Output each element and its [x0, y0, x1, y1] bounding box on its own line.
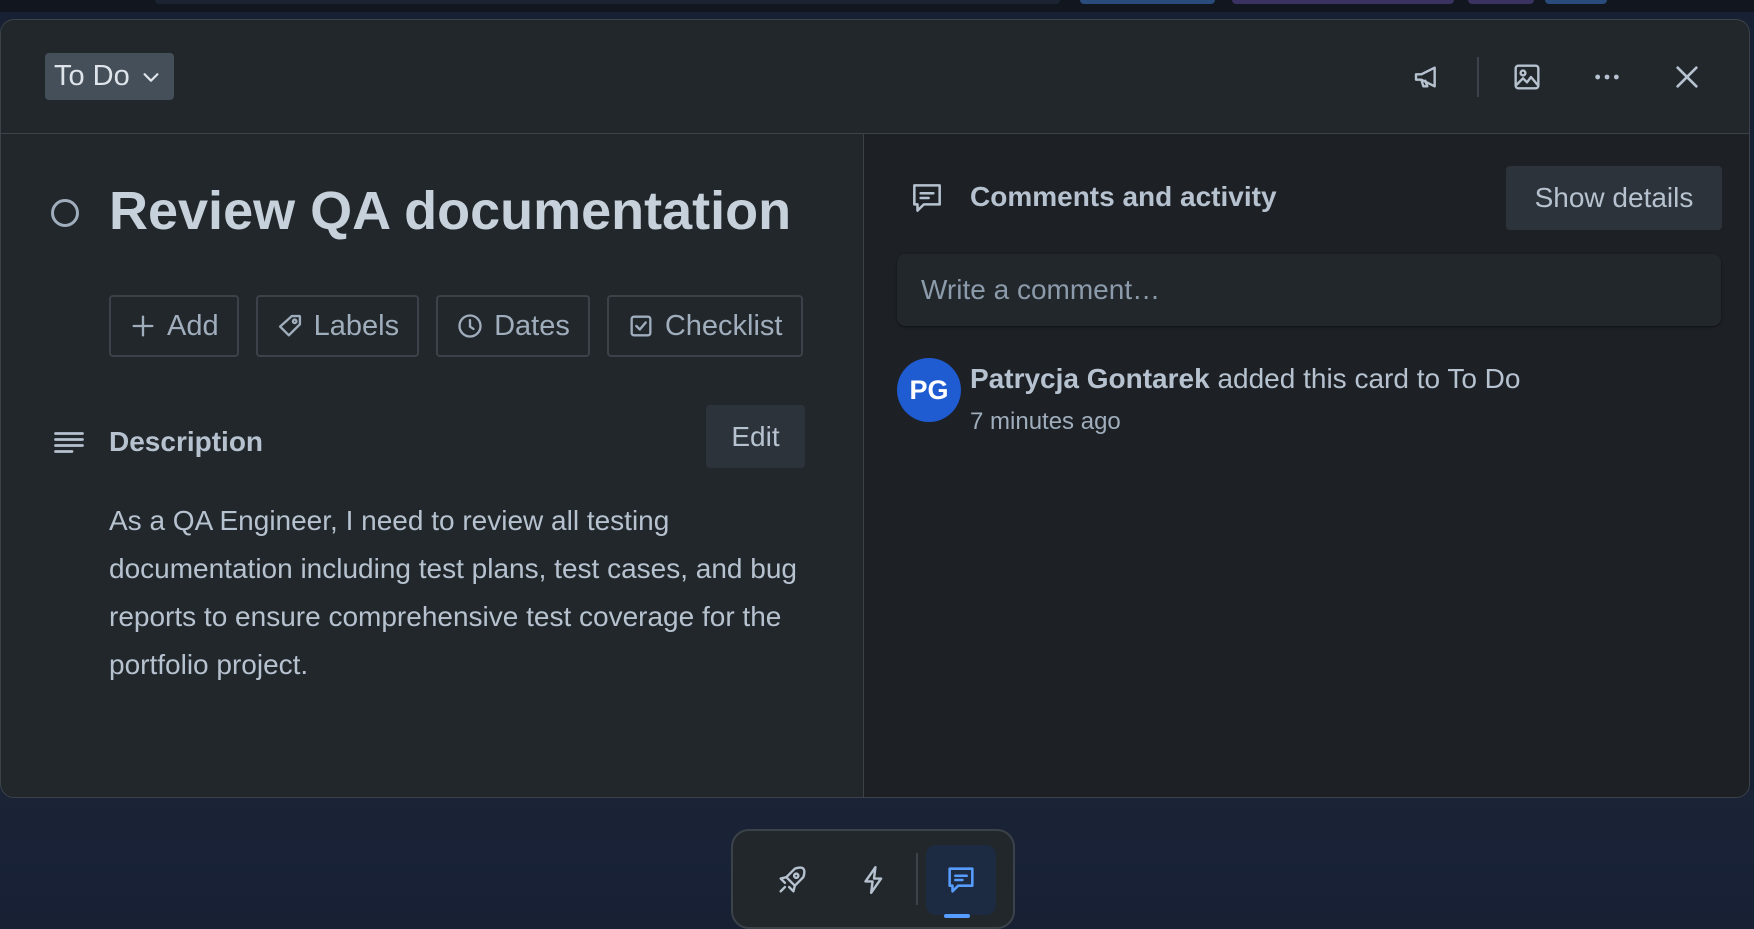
- comment-icon: [948, 867, 974, 893]
- cover-image-icon: [1514, 64, 1540, 90]
- close-button[interactable]: [1665, 55, 1709, 99]
- megaphone-button[interactable]: [1406, 55, 1450, 99]
- rocket-button[interactable]: [757, 845, 827, 915]
- modal-header: To Do: [1, 20, 1749, 134]
- rocket-icon: [779, 866, 806, 893]
- chevron-down-icon: [143, 72, 159, 82]
- comment-icon: [913, 184, 941, 212]
- add-button[interactable]: Add: [109, 295, 239, 357]
- comment-input[interactable]: Write a comment…: [897, 254, 1721, 326]
- checkbox-icon: [630, 315, 652, 337]
- list-selector-label: To Do: [54, 60, 130, 92]
- card-title[interactable]: Review QA documentation: [109, 180, 791, 242]
- activity-heading: Comments and activity: [970, 181, 1277, 212]
- dates-button-label: Dates: [494, 309, 570, 342]
- active-indicator: [944, 914, 970, 918]
- show-details-button[interactable]: Show details: [1506, 166, 1722, 230]
- activity-user[interactable]: Patrycja Gontarek: [970, 363, 1210, 394]
- megaphone-icon: [1414, 66, 1436, 88]
- header-divider: [1477, 57, 1479, 97]
- tag-icon: [278, 314, 301, 337]
- activity-entry: Patrycja Gontarek added this card to To …: [970, 363, 1520, 395]
- bottom-toolbar: [731, 829, 1015, 929]
- activity-timestamp[interactable]: 7 minutes ago: [970, 408, 1121, 436]
- background-ghost: [1080, 0, 1215, 4]
- comments-toolbar-button[interactable]: [926, 845, 996, 915]
- automation-button[interactable]: [839, 845, 909, 915]
- complete-toggle[interactable]: [51, 199, 79, 227]
- activity-action: added this card to: [1209, 363, 1448, 394]
- card-detail-modal: To Do Review QA documentation Add Labels…: [0, 19, 1750, 798]
- card-main-pane: Review QA documentation Add Labels Dates…: [1, 134, 863, 797]
- lightning-icon: [864, 866, 883, 894]
- dates-button[interactable]: Dates: [436, 295, 590, 357]
- clock-icon: [458, 314, 482, 338]
- description-icon: [54, 432, 84, 453]
- plus-icon: [132, 315, 154, 337]
- card-actions: Add Labels Dates Checklist: [109, 295, 803, 357]
- add-button-label: Add: [167, 309, 219, 342]
- background-ghost: [1468, 0, 1534, 4]
- description-heading: Description: [109, 426, 264, 457]
- description-text[interactable]: As a QA Engineer, I need to review all t…: [109, 497, 809, 689]
- activity-list-link[interactable]: To Do: [1447, 363, 1520, 394]
- activity-pane: Comments and activity Show details Write…: [863, 134, 1749, 797]
- more-icon: [1595, 74, 1619, 80]
- cover-button[interactable]: [1505, 55, 1549, 99]
- background-ghost: [155, 0, 1060, 4]
- more-actions-button[interactable]: [1585, 55, 1629, 99]
- checklist-button[interactable]: Checklist: [606, 295, 803, 357]
- avatar[interactable]: PG: [897, 358, 961, 422]
- toolbar-divider: [916, 853, 918, 905]
- checklist-button-label: Checklist: [664, 309, 783, 342]
- labels-button[interactable]: Labels: [255, 295, 420, 357]
- labels-button-label: Labels: [313, 309, 400, 342]
- background-ghost: [1545, 0, 1607, 4]
- background-ghost: [1232, 0, 1454, 4]
- close-icon: [1676, 66, 1698, 88]
- list-selector[interactable]: To Do: [45, 53, 174, 100]
- background-board-strip: [0, 0, 1754, 12]
- edit-description-button[interactable]: Edit: [706, 405, 805, 468]
